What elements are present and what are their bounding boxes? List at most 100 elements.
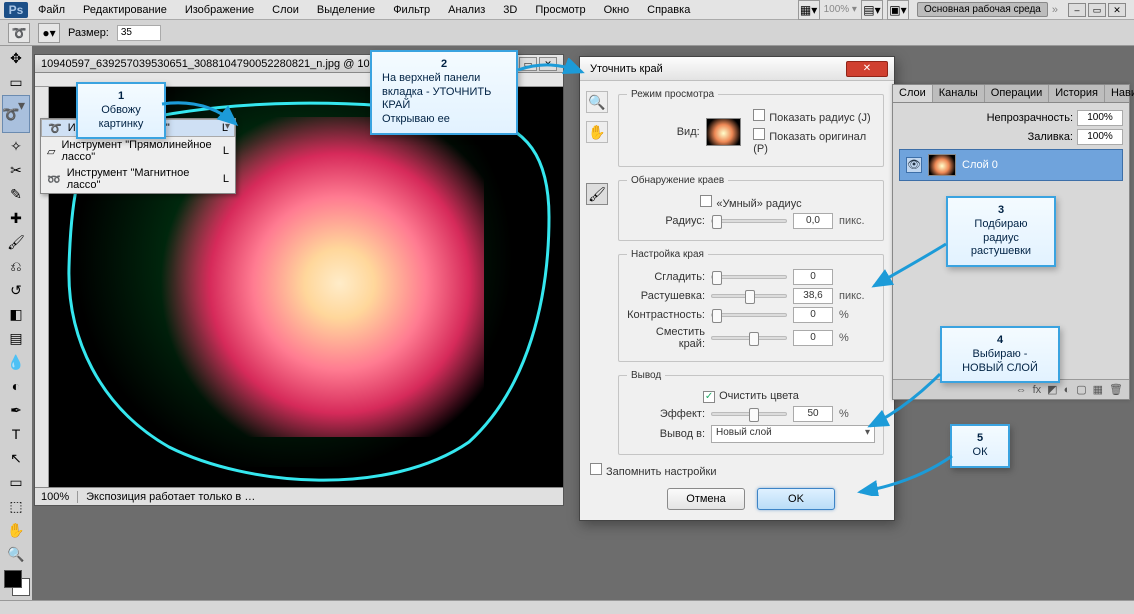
- zoom-tool-icon[interactable]: 🔍: [2, 543, 30, 565]
- radius-slider[interactable]: [711, 219, 787, 223]
- workspace-switcher[interactable]: Основная рабочая среда: [917, 2, 1048, 17]
- close-button[interactable]: ✕: [1108, 3, 1126, 17]
- new-layer-icon[interactable]: ▦: [1093, 383, 1103, 396]
- doc-zoom[interactable]: 100%: [41, 491, 69, 503]
- eyedropper-tool-icon[interactable]: ✎: [2, 183, 30, 205]
- magnetic-lasso-option[interactable]: ➿ Инструмент "Магнитное лассо" L: [41, 165, 235, 193]
- arrange-docs-icon[interactable]: ▤▾: [861, 0, 883, 20]
- doc-close-button[interactable]: ✕: [539, 57, 557, 71]
- blur-tool-icon[interactable]: 💧: [2, 351, 30, 373]
- menu-help[interactable]: Справка: [639, 2, 698, 18]
- link-icon[interactable]: ⇔: [1016, 384, 1027, 396]
- zoom-level[interactable]: 100% ▾: [824, 4, 857, 15]
- remember-checkbox[interactable]: Запомнить настройки: [590, 463, 717, 478]
- tab-history[interactable]: История: [1049, 85, 1105, 102]
- maximize-button[interactable]: ▭: [1088, 3, 1106, 17]
- crop-tool-icon[interactable]: ✂: [2, 159, 30, 181]
- trash-icon[interactable]: 🗑: [1109, 383, 1123, 396]
- screen-mode-icon[interactable]: ▣▾: [887, 0, 909, 20]
- fx-icon[interactable]: fx: [1033, 384, 1042, 396]
- workspace-more-icon[interactable]: »: [1052, 4, 1058, 16]
- menu-edit[interactable]: Редактирование: [75, 2, 175, 18]
- pen-tool-icon[interactable]: ✒: [2, 399, 30, 421]
- menu-layers[interactable]: Слои: [264, 2, 307, 18]
- decontaminate-checkbox[interactable]: ✓Очистить цвета: [703, 390, 799, 403]
- shape-tool-icon[interactable]: ▭: [2, 471, 30, 493]
- shift-value[interactable]: 0: [793, 330, 833, 346]
- feather-slider[interactable]: [711, 294, 787, 298]
- history-brush-icon[interactable]: ↺: [2, 279, 30, 301]
- color-swatches[interactable]: [0, 566, 32, 600]
- tab-navigator[interactable]: Навигатор: [1105, 85, 1134, 102]
- tool-preset-icon[interactable]: ➰: [8, 23, 30, 43]
- menu-image[interactable]: Изображение: [177, 2, 262, 18]
- tab-layers[interactable]: Слои: [893, 85, 933, 102]
- marquee-tool-icon[interactable]: ▭: [2, 71, 30, 93]
- menu-view[interactable]: Просмотр: [527, 2, 593, 18]
- move-tool-icon[interactable]: ✥: [2, 47, 30, 69]
- dialog-close-button[interactable]: ✕: [846, 61, 888, 77]
- adjustment-icon[interactable]: ◐: [1064, 384, 1071, 396]
- tab-actions[interactable]: Операции: [985, 85, 1049, 102]
- healing-tool-icon[interactable]: ✚: [2, 207, 30, 229]
- smooth-slider[interactable]: [711, 275, 787, 279]
- wand-tool-icon[interactable]: ✧: [2, 135, 30, 157]
- amount-unit: %: [839, 408, 875, 420]
- contrast-value[interactable]: 0: [793, 307, 833, 323]
- tab-channels[interactable]: Каналы: [933, 85, 985, 102]
- ok-button[interactable]: OK: [757, 488, 835, 510]
- visibility-toggle-icon[interactable]: 👁: [906, 157, 922, 173]
- smart-radius-checkbox[interactable]: «Умный» радиус: [700, 195, 801, 210]
- refine-brush-icon[interactable]: 🖌: [586, 183, 608, 205]
- menu-select[interactable]: Выделение: [309, 2, 383, 18]
- poly-lasso-icon: ▱: [47, 145, 55, 158]
- view-thumbnail[interactable]: [706, 118, 742, 146]
- hand-tool-icon[interactable]: ✋: [2, 519, 30, 541]
- show-original-checkbox[interactable]: Показать оригинал (P): [753, 128, 875, 155]
- menu-file[interactable]: Файл: [30, 2, 73, 18]
- lasso-tool-icon[interactable]: ➰: [2, 95, 30, 133]
- zoom-icon[interactable]: 🔍: [586, 91, 608, 113]
- smooth-value[interactable]: 0: [793, 269, 833, 285]
- stamp-tool-icon[interactable]: ⎌: [2, 255, 30, 277]
- document-statusbar: 100% Экспозиция работает только в …: [35, 487, 563, 505]
- adjust-edge-legend: Настройка края: [627, 249, 708, 260]
- show-radius-checkbox[interactable]: Показать радиус (J): [753, 109, 875, 124]
- type-tool-icon[interactable]: T: [2, 423, 30, 445]
- menu-filter[interactable]: Фильтр: [385, 2, 438, 18]
- opacity-input[interactable]: 100%: [1077, 110, 1123, 126]
- brush-tool-icon[interactable]: 🖌: [2, 231, 30, 253]
- radius-value[interactable]: 0,0: [793, 213, 833, 229]
- brush-preset-icon[interactable]: ●▾: [38, 23, 60, 43]
- cancel-button[interactable]: Отмена: [667, 488, 745, 510]
- launch-bridge-icon[interactable]: ▦▾: [798, 0, 820, 20]
- amount-value[interactable]: 50: [793, 406, 833, 422]
- layer-item[interactable]: 👁 Слой 0: [899, 149, 1123, 181]
- poly-lasso-option[interactable]: ▱ Инструмент "Прямолинейное лассо" L: [41, 137, 235, 165]
- edge-detection-group: Обнаружение краев «Умный» радиус Радиус:…: [618, 175, 884, 241]
- menu-3d[interactable]: 3D: [495, 2, 525, 18]
- hand-icon[interactable]: ✋: [586, 121, 608, 143]
- gradient-tool-icon[interactable]: ▤: [2, 327, 30, 349]
- contrast-slider[interactable]: [711, 313, 787, 317]
- minimize-button[interactable]: –: [1068, 3, 1086, 17]
- path-select-icon[interactable]: ↖: [2, 447, 30, 469]
- dodge-tool-icon[interactable]: ◐: [2, 375, 30, 397]
- menu-window[interactable]: Окно: [596, 2, 638, 18]
- foreground-color[interactable]: [4, 570, 22, 588]
- eraser-tool-icon[interactable]: ◧: [2, 303, 30, 325]
- shift-slider[interactable]: [711, 336, 787, 340]
- doc-max-button[interactable]: ▭: [519, 57, 537, 71]
- size-input[interactable]: 35: [117, 25, 161, 41]
- amount-label: Эффект:: [627, 408, 705, 420]
- amount-slider[interactable]: [711, 412, 787, 416]
- dialog-titlebar[interactable]: Уточнить край ✕: [580, 57, 894, 81]
- menu-analysis[interactable]: Анализ: [440, 2, 493, 18]
- smooth-label: Сгладить:: [627, 271, 705, 283]
- feather-value[interactable]: 38,6: [793, 288, 833, 304]
- mask-icon[interactable]: ◩: [1047, 383, 1057, 396]
- fill-input[interactable]: 100%: [1077, 129, 1123, 145]
- 3d-tool-icon[interactable]: ⬚: [2, 495, 30, 517]
- folder-icon[interactable]: ▢: [1076, 383, 1086, 396]
- output-to-select[interactable]: Новый слой: [711, 425, 875, 443]
